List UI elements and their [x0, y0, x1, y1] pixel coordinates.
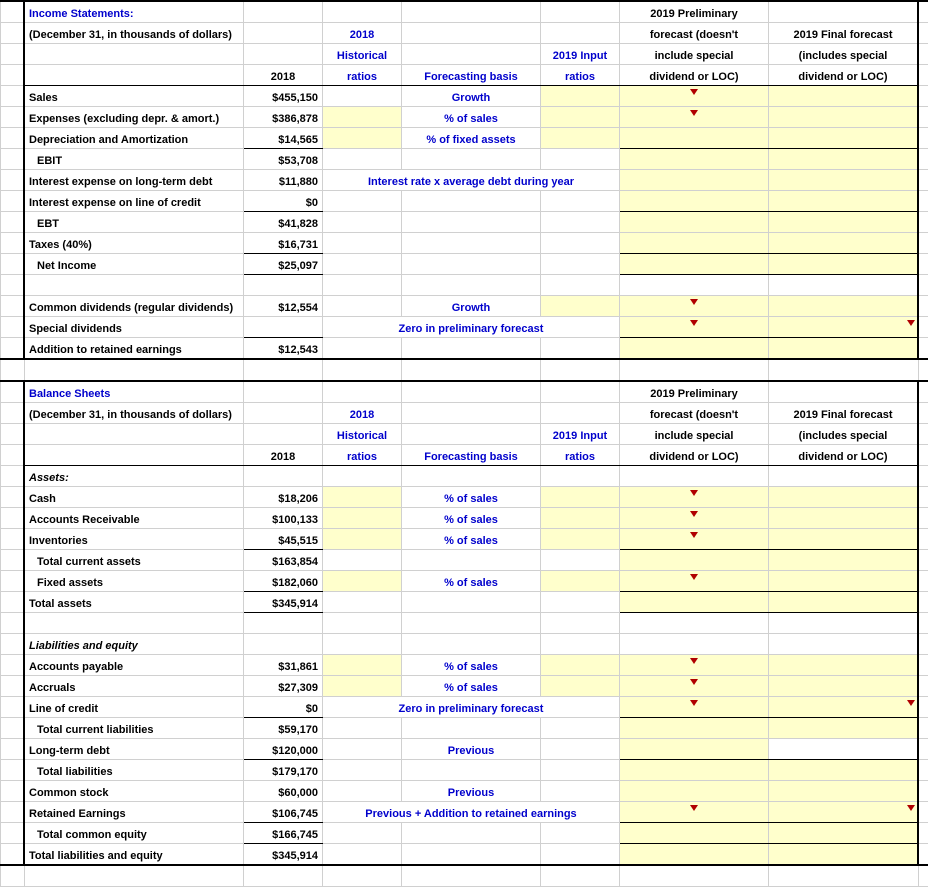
balance-title: Balance Sheets: [24, 381, 244, 403]
row-div-special: Special dividends: [24, 317, 244, 338]
row-ni: Net Income: [24, 254, 244, 275]
row-accruals: Accruals: [24, 676, 244, 697]
spreadsheet[interactable]: Income Statements: 2019 Preliminary (Dec…: [0, 0, 928, 887]
hist-expenses[interactable]: [323, 107, 402, 128]
error-marker-icon: [690, 679, 698, 685]
error-marker-icon: [690, 574, 698, 580]
row-tl: Total liabilities: [24, 760, 244, 781]
hdr-2018: 2018: [244, 65, 323, 86]
row-ta: Total assets: [24, 592, 244, 613]
error-marker-icon: [907, 700, 915, 706]
final-sales[interactable]: [769, 86, 919, 107]
row-int-loc: Interest expense on line of credit: [24, 191, 244, 212]
row-tce: Total common equity: [24, 823, 244, 844]
row-tca: Total current assets: [24, 550, 244, 571]
liab-header: Liabilities and equity: [24, 634, 244, 655]
row-ebt: EBT: [24, 212, 244, 233]
error-marker-icon: [690, 700, 698, 706]
row-tle: Total liabilities and equity: [24, 844, 244, 866]
row-add-re: Addition to retained earnings: [24, 338, 244, 360]
row-int-lt: Interest expense on long-term debt: [24, 170, 244, 191]
error-marker-icon: [690, 320, 698, 326]
hdr-basis: Forecasting basis: [402, 65, 541, 86]
hdr-prelim: 2019 Preliminary: [620, 1, 769, 23]
error-marker-icon: [690, 511, 698, 517]
error-marker-icon: [690, 490, 698, 496]
prelim-sales[interactable]: [620, 86, 769, 107]
error-marker-icon: [690, 299, 698, 305]
row-inv: Inventories: [24, 529, 244, 550]
row-tcl: Total current liabilities: [24, 718, 244, 739]
row-ar: Accounts Receivable: [24, 508, 244, 529]
row-div-common: Common dividends (regular dividends): [24, 296, 244, 317]
error-marker-icon: [690, 658, 698, 664]
row-ltd: Long-term debt: [24, 739, 244, 760]
row-cash: Cash: [24, 487, 244, 508]
error-marker-icon: [907, 805, 915, 811]
error-marker-icon: [690, 805, 698, 811]
row-expenses: Expenses (excluding depr. & amort.): [24, 107, 244, 128]
assets-header: Assets:: [24, 466, 244, 487]
error-marker-icon: [690, 532, 698, 538]
row-taxes: Taxes (40%): [24, 233, 244, 254]
row-sales: Sales: [24, 86, 244, 107]
income-title: Income Statements:: [24, 1, 244, 23]
error-marker-icon: [907, 320, 915, 326]
row-loc: Line of credit: [24, 697, 244, 718]
row-re: Retained Earnings: [24, 802, 244, 823]
input-sales-ratio[interactable]: [541, 86, 620, 107]
row-depr: Depreciation and Amortization: [24, 128, 244, 149]
error-marker-icon: [690, 89, 698, 95]
row-num: [1, 1, 25, 23]
error-marker-icon: [690, 110, 698, 116]
row-ap: Accounts payable: [24, 655, 244, 676]
row-ebit: EBIT: [24, 149, 244, 170]
income-subtitle: (December 31, in thousands of dollars): [24, 23, 244, 44]
row-cs: Common stock: [24, 781, 244, 802]
row-fa: Fixed assets: [24, 571, 244, 592]
